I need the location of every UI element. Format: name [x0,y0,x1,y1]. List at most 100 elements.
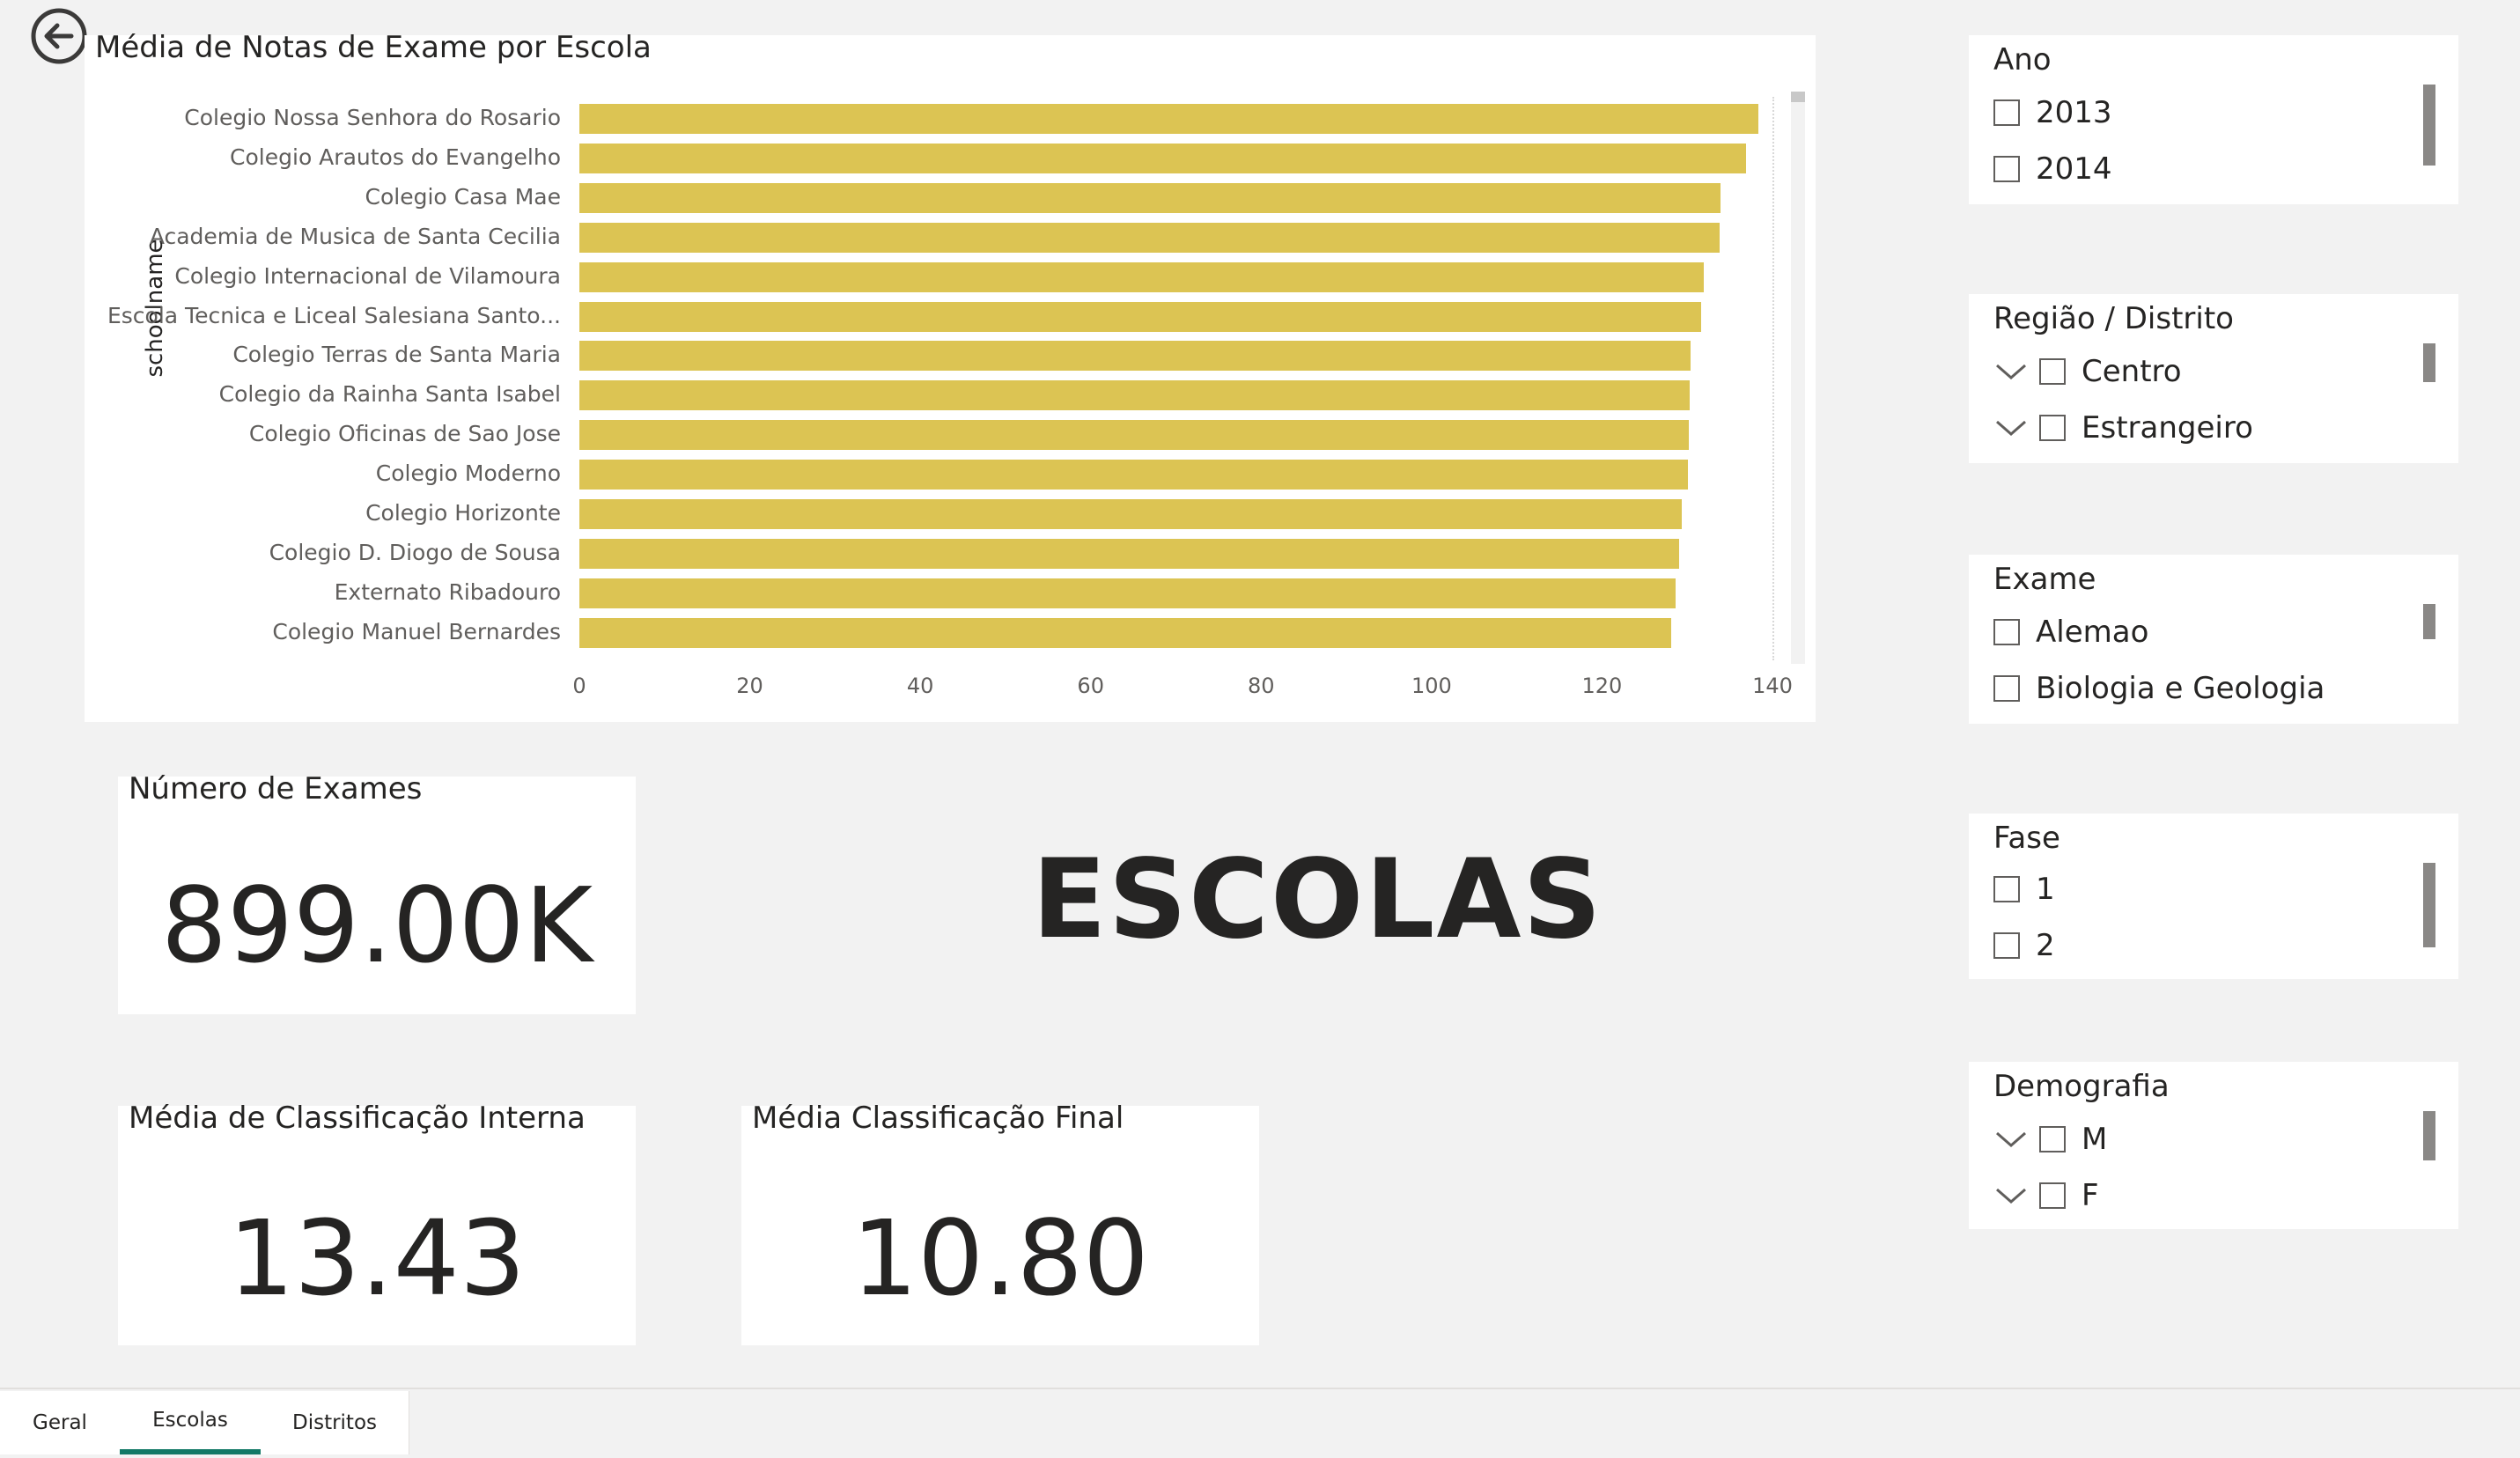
slicer-item-label: 1 [2036,872,2055,907]
chevron-down-icon[interactable] [1993,1126,2029,1152]
chevron-down-icon[interactable] [1993,415,2029,441]
chart-category-label: Colegio Manuel Bernardes [272,618,561,644]
chart-category-label: Colegio Arautos do Evangelho [230,144,561,170]
chart-bar[interactable] [579,341,1691,372]
chart-bar[interactable] [579,460,1689,490]
kpi-card-final-grade[interactable]: Média Classificação Final 10.80 [741,1101,1259,1345]
checkbox[interactable] [1993,619,2020,645]
slicer-item-fase-1[interactable]: 1 [1993,870,2055,909]
chart-x-tick-label: 40 [906,674,934,698]
slicer-scrollbar[interactable] [2423,85,2435,166]
checkbox[interactable] [1993,876,2020,902]
chart-bar[interactable] [579,104,1758,134]
chart-bar[interactable] [579,578,1676,608]
slicer-fase[interactable]: Fase 1 2 [1969,814,2458,979]
slicer-item-centro[interactable]: Centro [1993,352,2182,391]
tab-distritos[interactable]: Distritos [261,1391,409,1454]
kpi-card-exams[interactable]: Número de Exames 899.00K [118,771,636,1014]
chart-scrollbar[interactable] [1791,92,1805,664]
slicer-item-label: F [2082,1178,2099,1213]
chart-category-label: Colegio Moderno [375,460,561,487]
slicer-item-label: Centro [2082,354,2182,389]
chart-category-label: Colegio Nossa Senhora do Rosario [184,105,561,130]
slicer-item-f[interactable]: F [1993,1176,2099,1215]
kpi-title: Média Classificação Final [752,1101,1124,1136]
chart-category-label: Colegio da Rainha Santa Isabel [218,381,561,408]
checkbox[interactable] [1993,156,2020,182]
chart-category-label: Colegio Oficinas de Sao Jose [248,421,561,447]
chart-bar[interactable] [579,301,1701,332]
checkbox[interactable] [2039,415,2066,441]
kpi-value: 10.80 [851,1197,1149,1319]
slicer-scrollbar[interactable] [2423,343,2435,382]
checkbox[interactable] [2039,358,2066,385]
chevron-down-icon[interactable] [1993,1182,2029,1209]
slicer-regiao-distrito[interactable]: Região / Distrito Centro Estrangeiro [1969,294,2458,463]
slicer-item-label: M [2082,1122,2108,1157]
slicer-item-biologia-geologia[interactable]: Biologia e Geologia [1993,669,2325,708]
chart-category-label: Academia de Musica de Santa Cecilia [149,223,561,249]
slicer-ano[interactable]: Ano 2013 2014 [1969,35,2458,204]
slicer-exame[interactable]: Exame Alemao Biologia e Geologia [1969,555,2458,724]
slicer-title: Ano [1993,42,2052,77]
kpi-title: Média de Classificação Interna [129,1101,586,1136]
slicer-item-label: 2013 [2036,95,2112,130]
chart-bar[interactable] [579,380,1691,411]
slicer-demografia[interactable]: Demografia M F [1969,1062,2458,1229]
slicer-item-2013[interactable]: 2013 [1993,93,2112,132]
chart-bar[interactable] [579,182,1721,213]
kpi-card-internal-grade[interactable]: Média de Classificação Interna 13.43 [118,1101,636,1345]
checkbox[interactable] [1993,99,2020,126]
slicer-item-m[interactable]: M [1993,1120,2107,1159]
slicer-scrollbar[interactable] [2423,604,2435,639]
chart-x-tick-label: 20 [736,674,763,698]
chart-bar[interactable] [579,538,1679,569]
slicer-item-2014[interactable]: 2014 [1993,150,2112,188]
chart-bar[interactable] [579,499,1683,529]
chart-bar[interactable] [579,143,1746,173]
slicer-title: Região / Distrito [1993,301,2234,336]
slicer-item-estrangeiro[interactable]: Estrangeiro [1993,409,2253,447]
chart-x-tick-label: 60 [1077,674,1104,698]
slicer-title: Fase [1993,821,2060,856]
chart-category-label: Colegio Horizonte [365,500,561,526]
chart-category-label: Colegio Internacional de Vilamoura [174,262,561,289]
chart-category-label: Colegio Casa Mae [365,183,561,210]
tab-geral[interactable]: Geral [0,1391,121,1454]
chart-category-label: Externato Ribadouro [334,578,561,605]
slicer-item-label: Estrangeiro [2082,410,2253,446]
page-heading: ESCOLAS [1032,836,1603,963]
checkbox[interactable] [2039,1126,2066,1152]
slicer-scrollbar[interactable] [2423,863,2435,947]
checkbox[interactable] [1993,932,2020,959]
slicer-title: Demografia [1993,1069,2170,1104]
back-arrow-icon [31,8,87,64]
back-button[interactable] [30,7,88,65]
chart-bar[interactable] [579,222,1720,253]
slicer-item-fase-2[interactable]: 2 [1993,926,2055,965]
tab-escolas[interactable]: Escolas [120,1391,262,1454]
slicer-item-alemao[interactable]: Alemao [1993,613,2148,652]
chart-max-gridline [1772,97,1774,660]
page-tab-bar: Geral Escolas Distritos [0,1388,2520,1458]
chart-category-label: Escola Tecnica e Liceal Salesiana Santo.… [107,302,561,328]
slicer-title: Exame [1993,562,2096,597]
slicer-item-label: Alemao [2036,615,2149,650]
checkbox[interactable] [2039,1182,2066,1209]
kpi-title: Número de Exames [129,771,423,806]
slicer-item-label: 2 [2036,928,2055,963]
slicer-item-label: Biologia e Geologia [2036,671,2325,706]
slicer-scrollbar[interactable] [2423,1111,2435,1160]
chart-x-tick-label: 0 [572,674,586,698]
checkbox[interactable] [1993,675,2020,702]
chart-scrollbar-thumb[interactable] [1791,92,1805,102]
chevron-down-icon[interactable] [1993,358,2029,385]
chart-x-tick-label: 140 [1752,674,1793,698]
slicer-item-label: 2014 [2036,151,2112,187]
chart-bar[interactable] [579,420,1690,451]
chart-x-tick-label: 80 [1248,674,1275,698]
chart-bar[interactable] [579,617,1671,648]
chart-category-label: Colegio D. Diogo de Sousa [269,539,561,565]
chart-bar[interactable] [579,261,1704,292]
chart-x-tick-label: 100 [1411,674,1452,698]
